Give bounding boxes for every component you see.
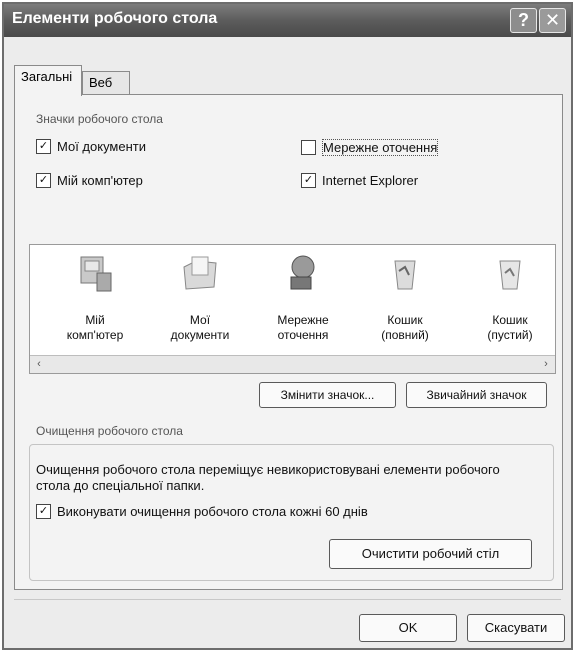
checkbox-label: Виконувати очищення робочого стола кожні… — [57, 504, 368, 519]
desktop-icons-list[interactable]: Мій комп'ютер Мої документи Мережне оточ… — [29, 244, 556, 374]
cancel-button[interactable]: Скасувати — [467, 614, 565, 642]
checkbox-box[interactable]: ✓ — [36, 173, 51, 188]
change-icon-button[interactable]: Змінити значок... — [259, 382, 396, 408]
icon-item-label: Мій комп'ютер — [66, 313, 124, 342]
icon-item-label: Кошик (повний) — [381, 313, 429, 342]
icon-item-my-computer[interactable]: Мій комп'ютер — [50, 245, 140, 345]
checkbox-box[interactable]: ✓ — [36, 139, 51, 154]
ok-button[interactable]: OK — [359, 614, 457, 642]
icon-item-label: Мої документи — [170, 313, 230, 342]
close-icon[interactable]: ✕ — [539, 8, 566, 33]
title-bar[interactable]: Елементи робочого стола ? ✕ — [4, 4, 571, 37]
tab-web[interactable]: Веб — [82, 71, 130, 95]
checkbox-cleanup-every-60-days[interactable]: ✓ Виконувати очищення робочого стола кож… — [36, 504, 368, 519]
scroll-left-icon[interactable]: ‹ — [31, 357, 47, 371]
desktop-icons-group-label: Значки робочого стола — [36, 112, 163, 126]
icon-item-label: Мережне оточення — [277, 313, 329, 342]
icon-item-network-places[interactable]: Мережне оточення — [258, 245, 348, 345]
checkbox-network-places[interactable]: Мережне оточення — [301, 139, 439, 156]
clean-desktop-button[interactable]: Очистити робочий стіл — [329, 539, 532, 569]
default-icon-button[interactable]: Звичайний значок — [406, 382, 547, 408]
dialog-window: Елементи робочого стола ? ✕ Загальні Веб… — [2, 2, 573, 650]
tab-general[interactable]: Загальні — [14, 65, 82, 96]
cleanup-description: Очищення робочого стола переміщує невико… — [36, 462, 500, 493]
checkbox-box[interactable]: ✓ — [36, 504, 51, 519]
horizontal-scrollbar[interactable]: ‹ › — [30, 355, 555, 373]
recycle-bin-empty-icon — [499, 260, 521, 290]
checkbox-label: Мережне оточення — [322, 139, 439, 156]
documents-folder-icon — [183, 256, 217, 290]
checkbox-my-computer[interactable]: ✓ Мій комп'ютер — [36, 173, 143, 188]
network-icon — [290, 255, 315, 290]
window-title: Елементи робочого стола — [12, 10, 218, 27]
checkbox-box[interactable]: ✓ — [301, 173, 316, 188]
divider — [14, 599, 561, 600]
scroll-right-icon[interactable]: › — [538, 357, 554, 371]
help-button[interactable]: ? — [510, 8, 537, 33]
checkbox-internet-explorer[interactable]: ✓ Internet Explorer — [301, 173, 418, 188]
icon-item-my-documents[interactable]: Мої документи — [155, 245, 245, 345]
checkbox-box[interactable] — [301, 140, 316, 155]
icon-item-label: Кошик (пустий) — [487, 313, 533, 342]
computer-icon — [80, 256, 112, 292]
cleanup-group-label: Очищення робочого стола — [36, 424, 183, 438]
checkbox-label: Internet Explorer — [322, 173, 419, 188]
icon-item-recycle-bin-empty[interactable]: Кошик (пустий) — [465, 245, 555, 345]
icon-item-recycle-bin-full[interactable]: Кошик (повний) — [360, 245, 450, 345]
checkbox-label: Мої документи — [57, 139, 146, 154]
recycle-bin-full-icon — [394, 260, 416, 290]
checkbox-label: Мій комп'ютер — [57, 173, 143, 188]
checkbox-my-documents[interactable]: ✓ Мої документи — [36, 139, 146, 154]
